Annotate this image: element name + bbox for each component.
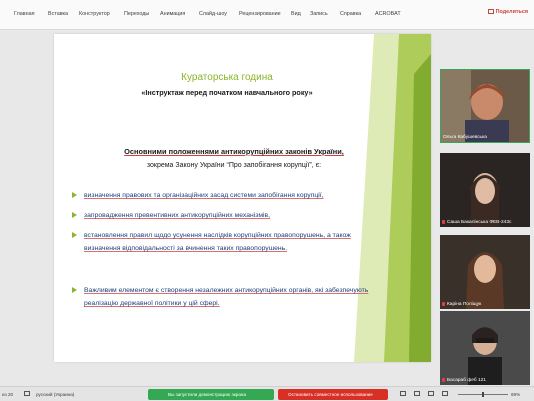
slideshow-view-icon[interactable] [442,391,448,396]
language-indicator[interactable]: русский (Украина) [36,392,74,397]
normal-view-icon[interactable] [400,391,406,396]
notes-icon[interactable] [24,391,30,396]
participant-tile[interactable]: Саша Бакалінська ФЕВ-243с [440,153,530,227]
muted-mic-icon [442,302,445,306]
bullet-text: визначення правових та організаційних за… [84,192,324,199]
bullet-text: встановлення правил щодо усунення наслід… [84,232,351,252]
tab-home[interactable]: Главная [14,11,35,17]
slide-heading-line1: Основними положеннями антикорупційних за… [124,147,344,156]
tab-insert[interactable]: Вставка [48,11,68,17]
participant-name: Каріна Поліщук [442,302,481,307]
slide-heading-line2: зокрема Закону України “Про запобігання … [146,162,322,169]
zoom-level[interactable]: 69% [511,392,520,397]
participant-name: Басараб феб 121 [442,378,486,383]
share-label: Поделиться [495,9,528,15]
screen-share-banner: Вы запустили демонстрацию экрана [148,389,274,400]
stop-sharing-button[interactable]: Остановить совместное использование [278,389,388,400]
tab-record[interactable]: Запись [310,11,328,17]
slide-counter: из 20 [2,392,14,397]
tab-animations[interactable]: Анимация [160,11,185,17]
slide-subtitle: «Інструктаж перед початком навчального р… [141,88,313,97]
screen-share-text: Вы запустили демонстрацию экрана [168,392,246,397]
share-button[interactable]: Поделиться [487,9,528,15]
participant-name: Ольга Кабушевська [443,135,487,140]
stop-sharing-label: Остановить совместное использование [288,392,373,397]
participant-video [440,311,530,385]
muted-mic-icon [442,378,445,382]
slide-sorter-icon[interactable] [414,391,420,396]
ribbon-tabs: Главная Вставка Конструктор Переходы Ани… [0,0,534,30]
bullet-item: встановлення правил щодо усунення наслід… [72,229,384,255]
bullet-item: Важливим елементом є створення незалежни… [72,284,384,310]
tab-help[interactable]: Справка [340,11,361,17]
bullet-text: Важливим елементом є створення незалежни… [84,287,369,307]
participant-name: Саша Бакалінська ФЕВ-243с [442,220,511,225]
participant-tile[interactable]: Каріна Поліщук [440,235,530,309]
muted-mic-icon [442,220,445,224]
participant-video [441,70,529,142]
slide-canvas[interactable]: Кураторська година «Інструктаж перед поч… [54,34,431,362]
tab-slideshow[interactable]: Слайд-шоу [199,11,227,17]
powerpoint-window: Главная Вставка Конструктор Переходы Ани… [0,0,534,401]
bullet-marker-icon [72,232,77,238]
slide-editor: Кураторська година «Інструктаж перед поч… [0,31,440,386]
participant-tile[interactable]: Ольга Кабушевська [440,69,530,143]
participant-video [440,153,530,227]
tab-review[interactable]: Рецензирование [239,11,281,17]
tab-acrobat[interactable]: ACROBAT [375,11,401,17]
share-icon [487,9,494,14]
participants-panel: Ольга Кабушевська Саша Бакалінська ФЕВ-2… [440,31,534,386]
slide-title: Кураторська година [181,72,273,83]
bullet-item: визначення правових та організаційних за… [72,189,384,202]
reading-view-icon[interactable] [428,391,434,396]
bullet-item: запровадження превентивних антикорупційн… [72,209,384,222]
bullet-marker-icon [72,287,77,293]
tab-view[interactable]: Вид [291,11,301,17]
zoom-slider-thumb[interactable] [482,392,484,397]
status-bar: из 20 русский (Украина) Вы запустили дем… [0,386,534,401]
bullet-marker-icon [72,212,77,218]
participant-tile[interactable]: Басараб феб 121 [440,311,530,385]
tab-design[interactable]: Конструктор [79,11,110,17]
bullet-text: запровадження превентивних антикорупційн… [84,212,271,219]
bullet-marker-icon [72,192,77,198]
participant-video [440,235,530,309]
tab-transitions[interactable]: Переходы [124,11,149,17]
